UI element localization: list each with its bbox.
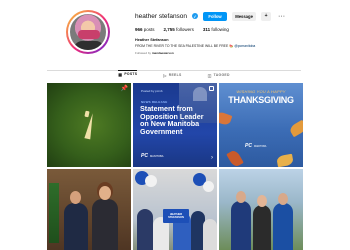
person-head <box>257 195 267 207</box>
leaf-decoration <box>288 119 303 138</box>
instagram-profile-page: heather stefanson ✓ Follow Message + ···… <box>0 0 350 250</box>
person-head <box>99 186 111 200</box>
follow-button[interactable]: Follow <box>203 11 228 21</box>
chevron-right-icon: › <box>211 155 213 161</box>
followed-prefix: Followed by <box>135 51 152 55</box>
tab-tagged-label: TAGGED <box>213 73 230 77</box>
carousel-icon <box>209 86 214 91</box>
followers-label: followers <box>176 27 194 32</box>
balloon <box>145 175 157 187</box>
person-figure <box>231 201 251 250</box>
leaf-decoration <box>219 110 233 127</box>
post-tile-1[interactable]: 📌 <box>47 83 131 167</box>
person-figure <box>273 203 293 250</box>
pc-logo-text: PC <box>245 143 252 149</box>
profile-username: heather stefanson <box>135 12 188 20</box>
bio-text: FROM THE RIVER TO THE SEA PALESTINE WILL… <box>135 44 335 48</box>
pc-logo: PC MANITOBA <box>141 153 163 159</box>
legislature-dome <box>193 87 207 101</box>
person-figure <box>64 203 88 250</box>
pin-icon: 📌 <box>120 86 128 92</box>
posts-stat: 966 posts <box>135 27 155 32</box>
grid-icon: ▦ <box>118 71 123 77</box>
tab-reels[interactable]: ▷ REELS <box>163 72 181 78</box>
avatar-scarf <box>78 30 100 39</box>
bio-tag-link[interactable]: @pcmanitoba <box>234 44 255 48</box>
profile-bio: Heather Stefanson FROM THE RIVER TO THE … <box>135 38 335 55</box>
post-tile-4[interactable] <box>47 169 131 250</box>
profile-avatar[interactable] <box>66 10 110 54</box>
post-3-subtitle: WISHING YOU A HAPPY <box>236 89 286 94</box>
tab-posts-label: POSTS <box>124 72 138 76</box>
followed-by[interactable]: Followed by mandaewarson <box>135 51 335 55</box>
post-tile-2[interactable]: Posted by pcmb NEWS RELEASE Statement fr… <box>133 83 217 167</box>
posts-grid: 📌 Posted by pcmb NEWS RELEASE Statement … <box>47 83 303 250</box>
following-stat[interactable]: 311 following <box>203 27 229 32</box>
person-head <box>236 191 246 203</box>
person-figure <box>253 205 271 250</box>
message-button[interactable]: Message <box>232 11 257 21</box>
add-person-icon[interactable]: + <box>261 11 272 21</box>
followers-stat[interactable]: 2,755 followers <box>164 27 194 32</box>
followed-by-user: mandaewarson <box>151 51 174 55</box>
post-2-headline: Statement from Opposition Leader on New … <box>140 104 204 136</box>
balloon <box>203 181 214 192</box>
pc-logo-sub: MANITOBA <box>253 145 267 148</box>
post-tile-6[interactable] <box>219 169 303 250</box>
person-figure <box>92 199 118 250</box>
reels-icon: ▷ <box>163 72 167 78</box>
leaf-decoration <box>276 153 294 167</box>
pc-logo-sub: MANITOBA <box>149 155 164 158</box>
person-head <box>278 193 288 205</box>
avatar-photo <box>68 12 108 52</box>
verified-badge-icon: ✓ <box>192 13 199 19</box>
bio-name: Heather Stefanson <box>135 38 169 42</box>
person-head <box>70 191 81 204</box>
more-options-icon[interactable]: ··· <box>276 13 285 20</box>
post-tile-5[interactable]: HEATHER STEFANSON <box>133 169 217 250</box>
pc-logo-text: PC <box>141 153 148 159</box>
tab-reels-label: REELS <box>168 73 182 77</box>
campaign-sign: HEATHER STEFANSON <box>163 209 189 223</box>
tagged-icon: ◫ <box>207 72 212 78</box>
flag-image <box>49 183 59 243</box>
followers-count: 2,755 <box>163 27 175 32</box>
person-figure <box>203 219 217 250</box>
person-figure <box>137 209 153 250</box>
pc-logo: PC MANITOBA <box>245 143 266 149</box>
following-label: following <box>211 27 229 32</box>
bio-statement: FROM THE RIVER TO THE SEA PALESTINE WILL… <box>135 44 234 48</box>
leaf-decoration <box>226 148 244 167</box>
post-3-headline: THANKSGIVING <box>228 95 294 105</box>
posts-count: 966 <box>135 27 143 32</box>
tab-tagged[interactable]: ◫ TAGGED <box>208 72 230 78</box>
profile-stats: 966 posts 2,755 followers 311 following <box>135 27 229 32</box>
post-2-small-tag: Posted by pcmb <box>141 89 163 93</box>
profile-header-row: heather stefanson ✓ Follow Message + ··· <box>135 10 285 22</box>
avatar-shirt <box>74 41 104 50</box>
following-count: 311 <box>202 27 211 32</box>
tab-posts[interactable]: ▦ POSTS <box>118 70 138 77</box>
post-tile-3[interactable]: WISHING YOU A HAPPY THANKSGIVING PC MANIT… <box>219 83 303 167</box>
profile-tabs: ▦ POSTS ▷ REELS ◫ TAGGED <box>47 70 301 78</box>
posts-label: posts <box>143 27 155 32</box>
tabs-divider <box>47 70 301 71</box>
